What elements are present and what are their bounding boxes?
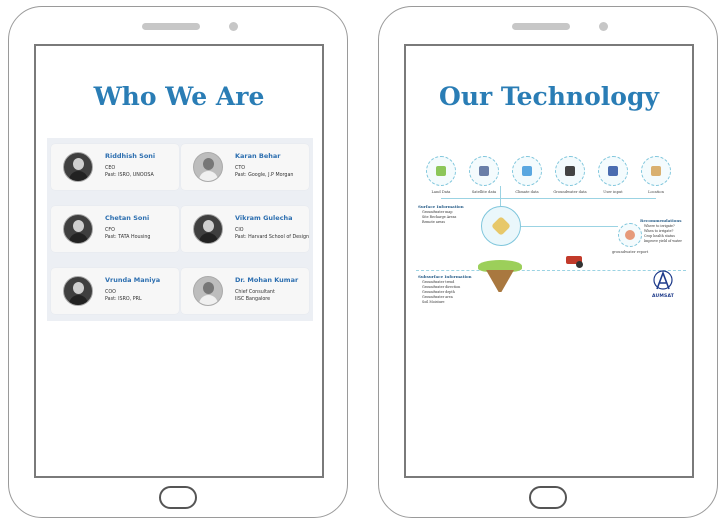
member-past: Past: ISRO, PRL [105, 297, 142, 302]
icon-label: Location [648, 190, 664, 194]
subsurface-heading: Subsurface Information [418, 274, 472, 279]
groundwater-icon [555, 156, 585, 186]
avatar [193, 214, 223, 244]
member-past: Past: Harvard School of Design [235, 235, 310, 240]
member-role: Chief Consultant [235, 290, 275, 295]
tablet-left: Who We Are Riddhish Soni CEO Past: ISRO,… [8, 6, 348, 518]
member-role: CIO [235, 228, 244, 233]
member-role: CFO [105, 228, 115, 233]
team-member-card: Vrunda Maniya COO Past: ISRO, PRL [51, 268, 179, 314]
recommendations-heading: Recommendations [640, 218, 682, 223]
camera-dot [229, 22, 238, 31]
member-name: Vikram Gulecha [235, 214, 293, 222]
member-role: COO [105, 290, 116, 295]
speaker-grille [142, 23, 200, 30]
team-member-card: Riddhish Soni CEO Past: ISRO, UNOOSA [51, 144, 179, 190]
avatar [63, 214, 93, 244]
recommendation-item: When to irrigate? [644, 229, 674, 233]
surface-item: Remote areas [422, 220, 446, 224]
processing-hub-icon [481, 206, 521, 246]
camera-dot [599, 22, 608, 31]
member-name: Riddhish Soni [105, 152, 156, 160]
speaker-grille [512, 23, 570, 30]
member-name: Dr. Mohan Kumar [235, 276, 299, 284]
recommendation-item: Crop health status [644, 234, 675, 238]
tractor-icon [566, 256, 583, 268]
avatar [63, 152, 93, 182]
surface-heading: Surface Information [418, 204, 464, 209]
groundwater-report-label: groundwater report [612, 250, 649, 254]
team-grid: Riddhish Soni CEO Past: ISRO, UNOOSA Kar… [47, 138, 313, 321]
connector-line [500, 186, 501, 206]
subsurface-item: Groundwater area [422, 295, 453, 299]
user-input-icon [598, 156, 628, 186]
home-button[interactable] [159, 486, 197, 509]
member-past: Past: ISRO, UNOOSA [105, 173, 154, 178]
subsurface-item: Soil Moisture [422, 300, 445, 304]
page-title: Who We Are [93, 82, 265, 111]
icon-label: Land Data [431, 190, 451, 194]
ground-line [416, 270, 686, 271]
avatar [63, 276, 93, 306]
home-button[interactable] [529, 486, 567, 509]
subsurface-item: Groundwater trend [422, 280, 455, 284]
technology-diagram: Land Data Satellite data Climate data Gr… [416, 146, 686, 336]
avatar [193, 276, 223, 306]
team-member-card: Vikram Gulecha CIO Past: Harvard School … [181, 206, 309, 252]
satellite-icon [469, 156, 499, 186]
member-past: Past: Google, J.P Morgan [235, 173, 294, 178]
page-title: Our Technology [439, 82, 659, 111]
member-name: Chetan Soni [105, 214, 150, 222]
team-member-card: Dr. Mohan Kumar Chief Consultant IISC Ba… [181, 268, 309, 314]
icon-label: Groundwater data [553, 190, 587, 194]
member-role: CTO [235, 166, 246, 171]
member-past: Past: TATA Housing [105, 235, 151, 240]
member-role: CEO [105, 166, 116, 171]
aumsat-logo-icon [653, 270, 673, 290]
member-name: Vrunda Maniya [105, 276, 161, 284]
tablet-right: Our Technology Land Data Satellite data … [378, 6, 718, 518]
recommendation-item: Improve yield of water [644, 239, 682, 243]
location-icon [641, 156, 671, 186]
avatar [193, 152, 223, 182]
subsurface-item: Groundwater direction [422, 285, 461, 289]
logo-text: AUMSAT [651, 294, 675, 299]
member-name: Karan Behar [235, 152, 281, 160]
tablet-screen: Who We Are Riddhish Soni CEO Past: ISRO,… [34, 44, 324, 478]
surface-item: Site Recharge Areas [422, 215, 457, 219]
land-data-icon [426, 156, 456, 186]
cloud-icon [512, 156, 542, 186]
connector-line [441, 198, 656, 199]
groundwater-report-icon [618, 223, 642, 247]
member-past: IISC Bangalore [235, 297, 271, 302]
team-member-card: Karan Behar CTO Past: Google, J.P Morgan [181, 144, 309, 190]
connector-line [521, 226, 618, 227]
team-member-card: Chetan Soni CFO Past: TATA Housing [51, 206, 179, 252]
tablet-screen: Our Technology Land Data Satellite data … [404, 44, 694, 478]
island-soil-illustration [486, 270, 514, 292]
recommendation-item: Where to irrigate? [644, 224, 675, 228]
icon-label: User input [603, 190, 623, 194]
subsurface-item: Groundwater depth [422, 290, 455, 294]
surface-item: Groundwater map [422, 210, 453, 214]
icon-label: Climate data [515, 190, 539, 194]
